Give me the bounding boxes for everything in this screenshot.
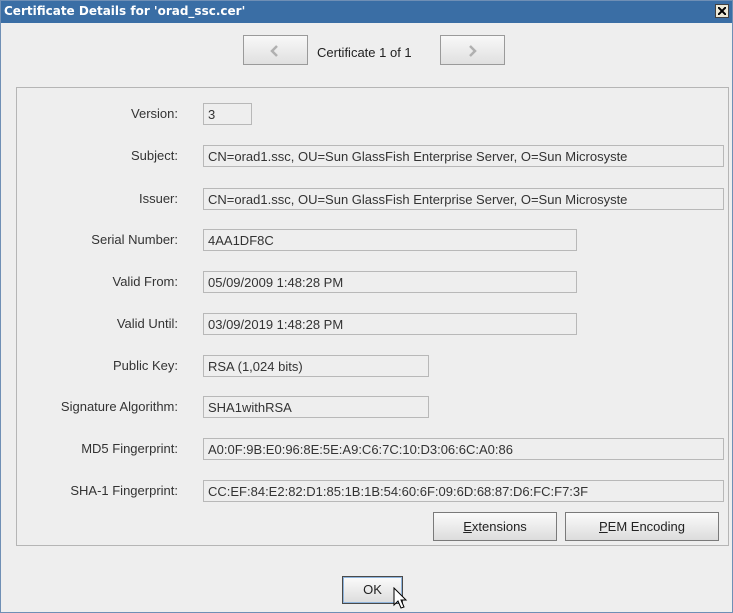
public-key-field[interactable]: RSA (1,024 bits)	[203, 355, 429, 377]
window-title: Certificate Details for 'orad_ssc.cer'	[4, 4, 246, 18]
subject-field[interactable]: CN=orad1.ssc, OU=Sun GlassFish Enterpris…	[203, 145, 724, 167]
signature-algorithm-label: Signature Algorithm:	[60, 399, 178, 414]
valid-from-field[interactable]: 05/09/2009 1:48:28 PM	[203, 271, 577, 293]
certificate-details-panel: Version: 3 Subject: CN=orad1.ssc, OU=Sun…	[16, 87, 729, 546]
next-certificate-button[interactable]	[440, 35, 505, 65]
certificate-details-dialog: Certificate Details for 'orad_ssc.cer' C…	[0, 0, 733, 613]
serial-number-field[interactable]: 4AA1DF8C	[203, 229, 577, 251]
version-label: Version:	[131, 106, 178, 121]
chevron-right-icon	[469, 45, 477, 57]
mouse-cursor-icon	[393, 587, 408, 609]
sha1-fingerprint-label: SHA-1 Fingerprint:	[70, 483, 178, 498]
pem-encoding-button[interactable]: PEM Encoding	[565, 512, 719, 541]
version-field[interactable]: 3	[203, 103, 252, 125]
close-icon	[718, 7, 726, 15]
extensions-button[interactable]: Extensions	[433, 512, 557, 541]
sha1-fingerprint-field[interactable]: CC:EF:84:E2:82:D1:85:1B:1B:54:60:6F:09:6…	[203, 480, 724, 502]
md5-fingerprint-field[interactable]: A0:0F:9B:E0:96:8E:5E:A9:C6:7C:10:D3:06:6…	[203, 438, 724, 460]
extensions-mnemonic: E	[463, 519, 472, 534]
certificate-counter: Certificate 1 of 1	[317, 45, 412, 60]
close-button[interactable]	[715, 4, 729, 18]
pem-encoding-button-label: EM Encoding	[607, 519, 685, 534]
issuer-label: Issuer:	[138, 191, 178, 206]
valid-until-label: Valid Until:	[116, 316, 178, 331]
signature-algorithm-field[interactable]: SHA1withRSA	[203, 396, 429, 418]
subject-label: Subject:	[131, 148, 178, 163]
serial-number-label: Serial Number:	[91, 232, 178, 247]
chevron-left-icon	[270, 45, 278, 57]
title-bar[interactable]: Certificate Details for 'orad_ssc.cer'	[1, 1, 732, 23]
extensions-button-label: xtensions	[471, 519, 527, 534]
md5-fingerprint-label: MD5 Fingerprint:	[81, 441, 178, 456]
issuer-field[interactable]: CN=orad1.ssc, OU=Sun GlassFish Enterpris…	[203, 188, 724, 210]
public-key-label: Public Key:	[112, 358, 178, 373]
previous-certificate-button[interactable]	[243, 35, 308, 65]
pem-mnemonic: P	[599, 519, 608, 534]
valid-until-field[interactable]: 03/09/2019 1:48:28 PM	[203, 313, 577, 335]
valid-from-label: Valid From:	[112, 274, 179, 289]
